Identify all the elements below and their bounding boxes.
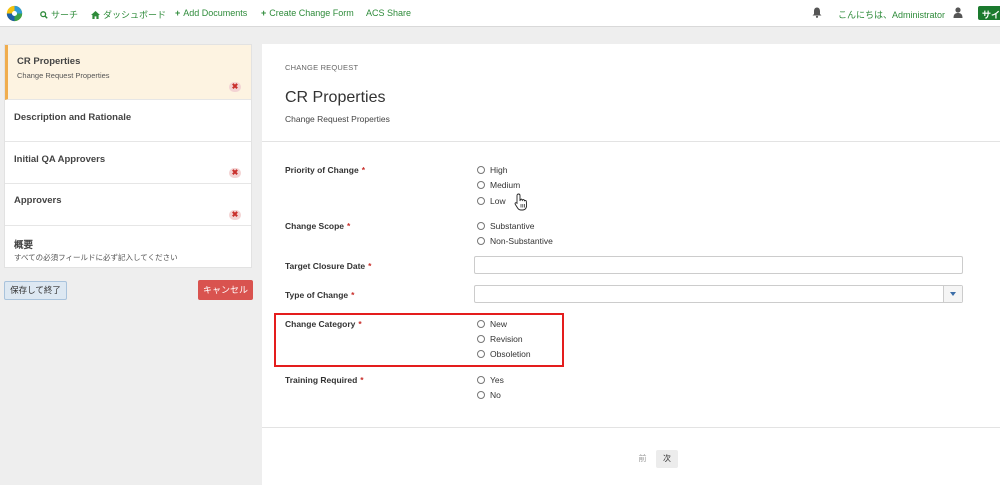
radio-label: High <box>490 165 508 175</box>
required-marker: * <box>361 165 365 175</box>
scope-substantive-radio[interactable]: Substantive <box>477 221 534 231</box>
radio-label: Low <box>490 196 506 206</box>
chevron-down-icon <box>950 292 956 296</box>
required-marker: * <box>358 319 362 329</box>
closure-date-label: Target Closure Date * <box>285 261 371 271</box>
priority-label: Priority of Change * <box>285 165 365 175</box>
category-new-radio[interactable]: New <box>477 319 507 329</box>
scope-non-substantive-radio[interactable]: Non-Substantive <box>477 236 553 246</box>
step-subtitle: すべての必須フィールドに必ず記入してください <box>14 253 178 262</box>
radio-circle <box>477 166 485 174</box>
scope-label-text: Change Scope <box>285 221 345 231</box>
category-obsoletion-radio[interactable]: Obsoletion <box>477 349 531 359</box>
required-marker: * <box>351 290 355 300</box>
required-marker: * <box>347 221 351 231</box>
plus-icon: + <box>261 8 267 18</box>
save-and-exit-button[interactable]: 保存して終了 <box>4 281 67 300</box>
search-icon <box>40 10 48 19</box>
error-x-icon: ✖ <box>229 210 241 220</box>
step-summary[interactable]: 概要 すべての必須フィールドに必ず記入してください <box>5 226 251 268</box>
step-approvers[interactable]: Approvers ✖ <box>5 184 251 226</box>
radio-circle <box>477 335 485 343</box>
bell-icon[interactable] <box>812 7 822 18</box>
dropdown-toggle[interactable] <box>943 286 962 302</box>
priority-label-text: Priority of Change <box>285 165 359 175</box>
nav-create-change-form-label: Create Change Form <box>269 8 354 18</box>
scope-label: Change Scope * <box>285 221 350 231</box>
step-title: Initial QA Approvers <box>14 154 106 165</box>
previous-button[interactable]: 前 <box>634 450 651 468</box>
error-x-icon: ✖ <box>229 82 241 92</box>
required-marker: * <box>360 375 364 385</box>
hand-cursor-icon <box>514 193 528 211</box>
page-title: CR Properties <box>285 89 386 106</box>
radio-circle <box>477 181 485 189</box>
nav-acs-share[interactable]: ACS Share <box>366 8 411 18</box>
top-nav: サーチ ダッシュボード + Add Documents + Create Cha… <box>0 0 1000 27</box>
radio-label: Yes <box>490 375 504 385</box>
radio-label: Non-Substantive <box>490 236 553 246</box>
nav-add-documents[interactable]: + Add Documents <box>175 8 247 18</box>
category-revision-radio[interactable]: Revision <box>477 334 523 344</box>
step-title: CR Properties <box>17 56 81 67</box>
app-logo-icon[interactable] <box>6 5 23 22</box>
step-title: Description and Rationale <box>14 112 132 123</box>
step-description-rationale[interactable]: Description and Rationale <box>5 100 251 142</box>
breadcrumb: CHANGE REQUEST <box>285 63 359 72</box>
radio-label: Revision <box>490 334 523 344</box>
divider <box>262 141 1000 142</box>
priority-medium-radio[interactable]: Medium <box>477 180 520 190</box>
next-button[interactable]: 次 <box>656 450 678 468</box>
nav-dashboard-label: ダッシュボード <box>103 10 167 20</box>
type-of-change-label: Type of Change * <box>285 290 354 300</box>
nav-acs-share-label: ACS Share <box>366 8 412 18</box>
signout-button[interactable]: サイン <box>978 6 1000 20</box>
training-required-label-text: Training Required <box>285 375 358 385</box>
step-title: 概要 <box>14 240 34 251</box>
nav-search[interactable]: サーチ <box>40 8 78 21</box>
nav-search-label: サーチ <box>51 10 79 20</box>
priority-low-radio[interactable]: Low <box>477 196 506 206</box>
radio-circle <box>477 376 485 384</box>
radio-circle <box>477 197 485 205</box>
cancel-button[interactable]: キャンセル <box>198 280 253 300</box>
radio-circle <box>477 237 485 245</box>
wizard-steps: CR Properties Change Request Properties … <box>4 44 252 268</box>
training-yes-radio[interactable]: Yes <box>477 375 504 385</box>
nav-create-change-form[interactable]: + Create Change Form <box>261 8 354 18</box>
change-category-label-text: Change Category <box>285 319 356 329</box>
nav-dashboard[interactable]: ダッシュボード <box>91 8 166 21</box>
step-initial-qa-approvers[interactable]: Initial QA Approvers ✖ <box>5 142 251 184</box>
nav-add-documents-label: Add Documents <box>183 8 248 18</box>
radio-circle <box>477 320 485 328</box>
divider <box>262 427 1000 428</box>
plus-icon: + <box>175 8 181 18</box>
page-subtitle: Change Request Properties <box>285 114 390 124</box>
home-icon <box>91 10 100 19</box>
step-subtitle: Change Request Properties <box>17 71 110 80</box>
radio-label: Medium <box>490 180 521 190</box>
radio-label: New <box>490 319 508 329</box>
step-cr-properties[interactable]: CR Properties Change Request Properties … <box>5 45 251 100</box>
training-required-label: Training Required * <box>285 375 364 385</box>
error-x-icon: ✖ <box>229 168 241 178</box>
radio-circle <box>477 391 485 399</box>
user-greeting[interactable]: こんにちは、Administrator <box>838 8 945 21</box>
radio-label: No <box>490 390 501 400</box>
radio-label: Substantive <box>490 221 535 231</box>
main-panel: CHANGE REQUEST CR Properties Change Requ… <box>262 44 1000 485</box>
radio-circle <box>477 222 485 230</box>
radio-label: Obsoletion <box>490 349 531 359</box>
type-of-change-label-text: Type of Change <box>285 290 349 300</box>
closure-date-label-text: Target Closure Date <box>285 261 366 271</box>
closure-date-input[interactable] <box>474 256 963 274</box>
required-marker: * <box>368 261 372 271</box>
priority-high-radio[interactable]: High <box>477 165 507 175</box>
type-of-change-select[interactable] <box>474 285 963 303</box>
change-category-label: Change Category * <box>285 319 362 329</box>
step-title: Approvers <box>14 195 62 206</box>
user-icon[interactable] <box>953 7 963 18</box>
training-no-radio[interactable]: No <box>477 390 501 400</box>
radio-circle <box>477 350 485 358</box>
